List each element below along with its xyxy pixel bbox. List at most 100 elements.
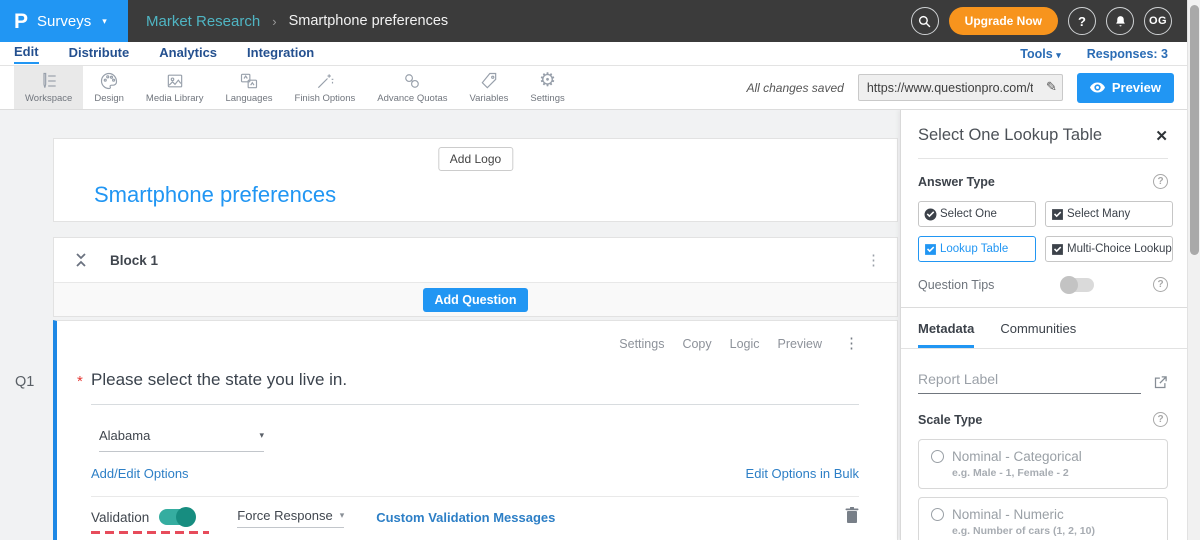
scale-option-nominal-numeric[interactable]: Nominal - Numeric e.g. Number of cars (1… (918, 497, 1168, 540)
question-tips-row: Question Tips ? (918, 277, 1168, 292)
force-response-dropdown[interactable]: Force Response ▾ (237, 508, 344, 528)
breadcrumb-folder[interactable]: Market Research (146, 13, 260, 30)
editor-toolbar: Workspace Design Media Library Languages… (0, 66, 1200, 110)
search-button[interactable] (911, 7, 939, 35)
toolbar-item-finish-options[interactable]: Finish Options (284, 66, 367, 109)
notifications-button[interactable] (1106, 7, 1134, 35)
tab-distribute[interactable]: Distribute (69, 45, 130, 63)
scale-type-options: Nominal - Categorical e.g. Male - 1, Fem… (918, 439, 1168, 540)
check-square-icon (924, 243, 937, 256)
product-name: Surveys (37, 13, 91, 30)
radio-icon (931, 508, 944, 521)
palette-icon (99, 71, 119, 91)
answer-type-select-one[interactable]: Select One (918, 201, 1036, 227)
magic-wand-icon (315, 71, 335, 91)
block-card: Block 1 ⋮ Add Question (53, 237, 898, 317)
image-icon (165, 71, 185, 91)
validation-toggle[interactable] (159, 509, 195, 525)
answer-type-multi-choice-lookup[interactable]: Multi-Choice Lookup (1045, 236, 1173, 262)
scrollbar-thumb[interactable] (1190, 5, 1199, 255)
tab-integration[interactable]: Integration (247, 45, 314, 63)
custom-validation-messages-link[interactable]: Custom Validation Messages (376, 510, 555, 525)
block-title[interactable]: Block 1 (110, 253, 158, 268)
panel-tabs: Metadata Communities (901, 308, 1188, 349)
scale-type-header: Scale Type ? (918, 412, 1168, 427)
help-circle-icon[interactable]: ? (1153, 412, 1168, 427)
user-avatar[interactable]: OG (1144, 7, 1172, 35)
toolbar-item-languages[interactable]: Languages (214, 66, 283, 109)
question-menu-kebab-icon[interactable]: ⋮ (844, 336, 859, 351)
help-circle-icon[interactable]: ? (1153, 174, 1168, 189)
chevron-down-icon: ▾ (259, 430, 264, 441)
app-window: P Surveys ▾ Market Research › Smartphone… (0, 0, 1200, 540)
external-link-icon[interactable] (1153, 375, 1168, 390)
tools-menu[interactable]: Tools ▾ (1020, 47, 1060, 61)
edit-url-pencil-icon[interactable]: ✎ (1046, 79, 1057, 95)
question-preview-link[interactable]: Preview (778, 337, 822, 351)
preview-button[interactable]: Preview (1077, 73, 1174, 103)
add-edit-options-link[interactable]: Add/Edit Options (91, 466, 189, 481)
editor-body: Q1 Add Logo Smartphone preferences Block… (0, 110, 1200, 540)
delete-question-trash-icon[interactable] (845, 507, 859, 528)
toolbar-item-design[interactable]: Design (83, 66, 135, 109)
help-circle-icon[interactable]: ? (1153, 277, 1168, 292)
responses-link[interactable]: Responses: 3 (1087, 47, 1168, 61)
bell-icon (1114, 15, 1127, 28)
validation-error-underline (91, 531, 209, 535)
questionpro-logo-icon: P (14, 11, 28, 32)
toolbar-item-settings[interactable]: ⚙ Settings (519, 66, 575, 109)
toggle-knob (1060, 276, 1078, 294)
add-question-button[interactable]: Add Question (423, 288, 529, 312)
tab-analytics[interactable]: Analytics (159, 45, 217, 63)
answer-type-lookup-table[interactable]: Lookup Table (918, 236, 1036, 262)
answer-dropdown[interactable]: Alabama ▾ (99, 428, 264, 452)
scale-option-nominal-categorical[interactable]: Nominal - Categorical e.g. Male - 1, Fem… (918, 439, 1168, 489)
toolbar-item-advance-quotas[interactable]: Advance Quotas (366, 66, 458, 109)
toolbar-item-media-library[interactable]: Media Library (135, 66, 215, 109)
question-logic-link[interactable]: Logic (730, 337, 760, 351)
toolbar-item-workspace[interactable]: Workspace (14, 66, 83, 109)
validation-label: Validation (91, 510, 149, 525)
panel-title: Select One Lookup Table (918, 126, 1102, 145)
tab-communities[interactable]: Communities (1000, 321, 1076, 348)
block-menu-kebab-icon[interactable]: ⋮ (866, 253, 881, 268)
topbar-actions: Upgrade Now ? OG (911, 7, 1172, 35)
search-icon (918, 15, 931, 28)
chevron-down-icon: ▾ (340, 510, 345, 521)
close-icon[interactable]: ✕ (1155, 127, 1168, 145)
survey-header-card: Add Logo Smartphone preferences (53, 138, 898, 222)
answer-type-header: Answer Type ? (918, 174, 1168, 189)
report-label-input[interactable] (918, 371, 1141, 394)
answer-type-select-many[interactable]: Select Many (1045, 201, 1173, 227)
tab-edit[interactable]: Edit (14, 44, 39, 64)
tab-metadata[interactable]: Metadata (918, 321, 974, 348)
survey-title[interactable]: Smartphone preferences (94, 182, 336, 208)
toolbar-right: All changes saved ✎ Preview (746, 66, 1174, 109)
check-circle-icon (924, 208, 937, 221)
question-settings-link[interactable]: Settings (619, 337, 664, 351)
page-scrollbar[interactable] (1187, 0, 1200, 540)
add-logo-button[interactable]: Add Logo (438, 147, 513, 171)
question-copy-link[interactable]: Copy (682, 337, 711, 351)
survey-nav-tabs: Edit Distribute Analytics Integration To… (0, 42, 1200, 66)
upgrade-now-button[interactable]: Upgrade Now (949, 7, 1058, 35)
nav-right-links: Tools ▾ Responses: 3 (1020, 47, 1168, 61)
panel-header: Select One Lookup Table ✕ (918, 126, 1168, 145)
survey-url-field: ✎ (858, 74, 1063, 101)
question-text-row: * Please select the state you live in. (91, 370, 859, 405)
question-tips-label: Question Tips (918, 278, 994, 292)
edit-options-in-bulk-link[interactable]: Edit Options in Bulk (746, 466, 859, 481)
chevron-down-icon: ▾ (102, 16, 107, 27)
workspace-icon (39, 71, 59, 91)
toolbar-item-variables[interactable]: Variables (459, 66, 520, 109)
breadcrumb-current: Smartphone preferences (289, 13, 449, 29)
question-tips-toggle[interactable] (1062, 278, 1094, 292)
question-number-label: Q1 (15, 374, 34, 390)
help-button[interactable]: ? (1068, 7, 1096, 35)
collapse-block-icon[interactable] (74, 252, 88, 268)
product-switcher[interactable]: P Surveys ▾ (0, 0, 128, 42)
toggle-knob (176, 507, 196, 527)
save-status: All changes saved (746, 81, 843, 95)
question-text[interactable]: Please select the state you live in. (91, 370, 859, 405)
survey-url-input[interactable] (859, 75, 1037, 100)
